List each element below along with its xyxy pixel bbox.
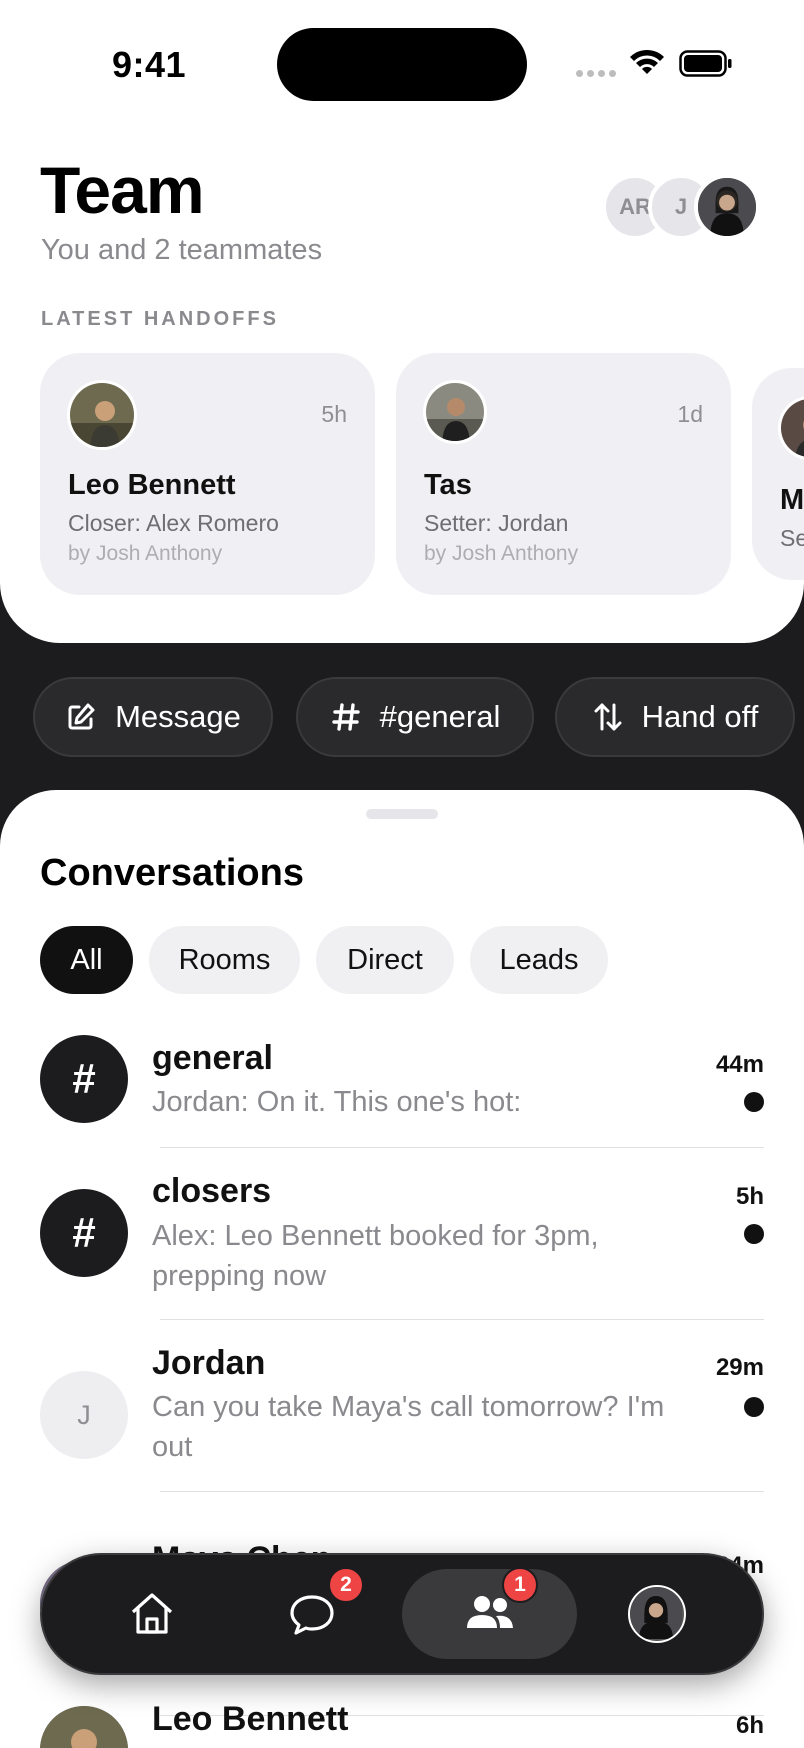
status-time: 9:41	[112, 44, 187, 85]
handoff-role: Closer: Alex Romero	[68, 510, 279, 536]
avatar: J	[40, 1371, 128, 1459]
avatar	[778, 396, 804, 460]
hand-off-button[interactable]: Hand off	[555, 677, 795, 757]
conversation-name: closers	[152, 1172, 272, 1210]
conversation-time: 29m	[715, 1354, 764, 1381]
avatar	[628, 1585, 686, 1643]
hash-icon	[331, 703, 360, 731]
tab-bar: 2 1	[40, 1553, 764, 1675]
handoff-time: 5h	[321, 401, 347, 427]
unread-dot	[744, 1224, 764, 1244]
handoff-name: M	[780, 484, 804, 516]
conversation-time: 5h	[735, 1183, 764, 1210]
handoff-author: by Josh Anthony	[424, 542, 579, 565]
tab-team[interactable]: 1	[402, 1567, 577, 1659]
tab-home[interactable]	[92, 1569, 212, 1659]
page-subtitle: You and 2 teammates	[41, 234, 323, 266]
divider	[160, 1491, 764, 1492]
handoff-role: Setter: Jordan	[424, 510, 569, 536]
tab-profile[interactable]	[602, 1569, 712, 1659]
hand-off-button-label: Hand off	[641, 699, 759, 734]
general-room-button[interactable]: #general	[296, 677, 534, 757]
message-button-label: Message	[115, 699, 241, 734]
handoff-role: Se	[780, 525, 804, 551]
divider	[160, 1147, 764, 1148]
compose-icon	[68, 703, 95, 730]
general-room-button-label: #general	[379, 699, 501, 734]
conversation-row[interactable]: Leo Bennett 6h	[0, 1700, 804, 1748]
sheet-grabber[interactable]	[366, 809, 438, 819]
notification-badge: 2	[328, 1567, 364, 1603]
dynamic-island	[277, 28, 527, 101]
avatar	[40, 1706, 128, 1748]
avatar	[67, 380, 137, 450]
handoff-name: Tas	[424, 469, 472, 501]
room-avatar: #	[40, 1189, 128, 1277]
team-member-avatars[interactable]: AR J	[602, 174, 762, 240]
avatar	[423, 380, 487, 444]
avatar-photo[interactable]	[694, 174, 760, 240]
team-header-card: 9:41 Team You and 2 teammates AR J LATES…	[0, 0, 804, 643]
handoff-name: Leo Bennett	[68, 469, 236, 501]
conversation-name: general	[152, 1039, 273, 1077]
chat-bubble-icon	[290, 1595, 334, 1635]
divider	[160, 1319, 764, 1320]
cellular-signal-icon	[576, 70, 616, 77]
handoff-card[interactable]: 5h Leo Bennett Closer: Alex Romero by Jo…	[40, 353, 375, 595]
conversation-row[interactable]: # closers Alex: Leo Bennett booked for 3…	[0, 1172, 804, 1359]
handoff-card[interactable]: 1d Tas Setter: Jordan by Josh Anthony	[396, 353, 731, 595]
conversation-preview: Can you take Maya's call tomorrow? I'm o…	[152, 1391, 665, 1463]
conversation-time: 44m	[715, 1051, 764, 1078]
tab-messages[interactable]: 2	[252, 1567, 372, 1659]
conversation-time: 6h	[735, 1712, 764, 1739]
status-bar: 9:41	[0, 0, 804, 110]
conversation-name: Jordan	[152, 1344, 266, 1382]
section-title: Conversations	[40, 852, 304, 894]
section-label: LATEST HANDOFFS	[41, 308, 279, 330]
handoff-time: 1d	[677, 401, 703, 427]
conversation-row[interactable]: # general Jordan: On it. This one's hot:…	[0, 1035, 804, 1185]
wifi-icon	[630, 49, 664, 74]
page-title: Team	[40, 153, 205, 227]
filter-chip-leads[interactable]: Leads	[470, 926, 608, 994]
home-icon	[131, 1593, 173, 1634]
filter-chip-direct[interactable]: Direct	[316, 926, 454, 994]
swap-arrows-icon	[594, 703, 622, 731]
filter-chip-rooms[interactable]: Rooms	[149, 926, 300, 994]
filter-chip-all[interactable]: All	[40, 926, 133, 994]
conversation-preview: Alex: Leo Bennett booked for 3pm, preppi…	[152, 1220, 599, 1292]
unread-dot	[744, 1397, 764, 1417]
conversation-row[interactable]: J Jordan Can you take Maya's call tomorr…	[0, 1344, 804, 1541]
battery-icon	[679, 50, 732, 77]
message-button[interactable]: Message	[33, 677, 273, 757]
handoff-author: by Josh Anthony	[68, 542, 223, 565]
handoff-card[interactable]: M Se	[752, 368, 804, 580]
unread-dot	[744, 1092, 764, 1112]
room-avatar: #	[40, 1035, 128, 1123]
conversation-name: Leo Bennett	[152, 1700, 349, 1738]
conversation-preview: Jordan: On it. This one's hot:	[152, 1086, 522, 1118]
notification-badge: 1	[502, 1567, 538, 1603]
